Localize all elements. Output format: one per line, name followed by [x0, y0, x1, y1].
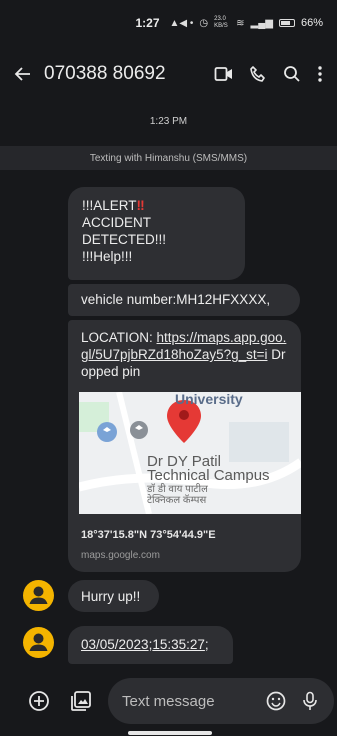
battery-icon: [278, 19, 295, 27]
avatar[interactable]: [23, 580, 54, 611]
back-button[interactable]: [8, 59, 38, 89]
map-label-campus-hi-1: डॉ डी वाय पाटील: [147, 484, 208, 495]
vehicle-text: vehicle number:MH12HFXXXX,: [81, 292, 271, 307]
map-preview[interactable]: University Dr DY Patil Technical Campus …: [79, 392, 301, 514]
emoji-icon: [266, 691, 286, 711]
location-text: LOCATION: https://maps.app.goo.gl/5U7pjb…: [68, 320, 301, 392]
more-vert-icon: [318, 66, 322, 82]
notification-icon: ▲◀ •: [169, 17, 194, 29]
gesture-handle[interactable]: [128, 731, 212, 735]
contact-number: 070388 80692: [44, 63, 166, 84]
voice-button[interactable]: [296, 687, 324, 715]
location-prefix: LOCATION:: [81, 330, 157, 345]
gallery-icon: [71, 691, 91, 711]
status-time: 1:27: [135, 16, 160, 30]
map-label-campus-hi-2: टेक्निकल कॅम्पस: [147, 495, 207, 506]
message-time-divider: 1:23 PM: [149, 116, 188, 127]
conversation-header: 070388 80692: [0, 46, 337, 102]
sms-mode-banner: Texting with Himanshu (SMS/MMS): [0, 146, 337, 170]
search-icon: [284, 66, 300, 82]
data-speed: 23.0 KB/S: [214, 16, 228, 29]
arrow-left-icon: [14, 67, 30, 81]
map-label-campus-2: Technical Campus: [147, 467, 270, 484]
avatar[interactable]: [23, 627, 54, 658]
map-domain: maps.google.com: [81, 550, 160, 561]
double-exclamation-icon: ‼: [136, 198, 145, 213]
battery-percent: 66%: [300, 17, 323, 29]
call-button[interactable]: [241, 57, 275, 91]
status-bar: 1:27 ▲◀ • ◷ 23.0 KB/S ≋ ▂▄▆ 66%: [0, 0, 337, 46]
gallery-button[interactable]: [68, 688, 94, 714]
attach-button[interactable]: [26, 688, 52, 714]
emoji-button[interactable]: [262, 687, 290, 715]
time-separator: ;: [204, 637, 209, 652]
alert-line-2: ACCIDENT DETECTED!!!: [82, 215, 167, 247]
add-circle-icon: [29, 691, 49, 711]
video-camera-icon: [214, 67, 232, 81]
alert-message-bubble[interactable]: !!!ALERT‼ ACCIDENT DETECTED!!! !!!Help!!…: [68, 187, 245, 280]
alert-text: !!!ALERT: [82, 198, 137, 213]
search-button[interactable]: [275, 57, 309, 91]
message-time[interactable]: 15:35:27: [152, 637, 205, 652]
alert-line-3: !!!Help!!!: [82, 249, 133, 264]
person-icon: [29, 586, 48, 604]
video-call-button[interactable]: [207, 57, 241, 91]
map-coordinates: 18°37'15.8"N 73°54'44.9"E: [81, 529, 216, 541]
alert-line-1: !!!ALERT‼: [82, 197, 231, 214]
message-date[interactable]: 03/05/2023: [81, 637, 149, 652]
message-field[interactable]: [108, 678, 334, 724]
timestamp-message-bubble[interactable]: 03/05/2023;15:35:27;: [68, 626, 233, 664]
signal-icon: ▂▄▆: [250, 17, 273, 29]
microphone-icon: [303, 691, 317, 710]
hurry-text: Hurry up!!: [81, 589, 141, 604]
vehicle-message-bubble[interactable]: vehicle number:MH12HFXXXX,: [68, 284, 300, 316]
message-composer: [0, 672, 337, 736]
hurry-message-bubble[interactable]: Hurry up!!: [68, 580, 159, 612]
phone-icon: [250, 66, 265, 82]
message-input[interactable]: [122, 692, 256, 710]
wifi-icon: ≋: [236, 17, 245, 29]
map-label-university: University: [175, 392, 243, 407]
alarm-icon: ◷: [199, 17, 209, 29]
location-message-bubble[interactable]: LOCATION: https://maps.app.goo.gl/5U7pjb…: [68, 320, 301, 572]
person-icon: [29, 633, 48, 651]
more-options-button[interactable]: [309, 57, 331, 91]
